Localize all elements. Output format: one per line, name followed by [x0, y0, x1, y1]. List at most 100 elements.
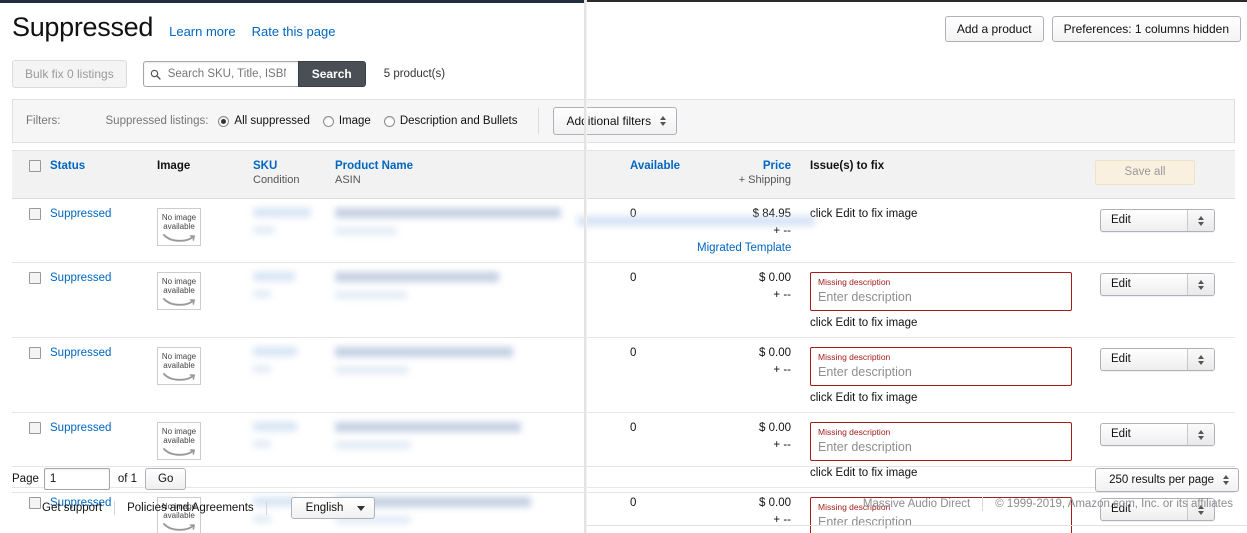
migrated-template-link[interactable]: Migrated Template: [697, 242, 791, 254]
amazon-smile-icon: [163, 522, 197, 533]
no-image-line1: No image: [162, 213, 196, 222]
status-link[interactable]: Suppressed: [50, 272, 111, 284]
edit-dropdown-toggle[interactable]: [1188, 349, 1214, 370]
row-product-name-cell: [335, 199, 585, 263]
column-sublabel: ASIN: [335, 174, 585, 186]
add-a-product-button[interactable]: Add a product: [945, 16, 1044, 42]
edit-split-button[interactable]: Edit: [1100, 209, 1215, 232]
price-shipping: + --: [697, 439, 791, 451]
row-status-cell: Suppressed: [50, 263, 157, 338]
radio-icon: [218, 116, 229, 127]
search-box[interactable]: [143, 61, 298, 87]
description-placeholder: Enter description: [818, 365, 1064, 379]
row-issue-cell: click Edit to fix image: [799, 199, 1079, 263]
row-checkbox[interactable]: [29, 347, 41, 359]
get-support-link[interactable]: Get support: [42, 502, 102, 514]
updown-caret-icon: [1198, 280, 1204, 290]
divider: [114, 501, 115, 515]
row-select-cell: [12, 338, 50, 413]
row-available-cell: 0: [585, 413, 697, 488]
column-header-status[interactable]: Status: [50, 151, 157, 199]
edit-split-button[interactable]: Edit: [1100, 348, 1215, 371]
column-header-available[interactable]: Available: [585, 151, 697, 199]
row-product-name-cell: [335, 263, 585, 338]
results-per-page-dropdown[interactable]: 250 results per page: [1095, 468, 1239, 492]
row-checkbox[interactable]: [29, 422, 41, 434]
row-checkbox[interactable]: [29, 497, 41, 509]
row-sku-cell: [253, 413, 335, 488]
no-image-line1: No image: [162, 427, 196, 436]
description-input-wrapper[interactable]: Missing description Enter description: [810, 347, 1072, 386]
column-label: SKU: [253, 160, 277, 172]
search-button[interactable]: Search: [298, 61, 366, 87]
edit-split-button[interactable]: Edit: [1100, 423, 1215, 446]
language-selector[interactable]: English: [291, 497, 376, 519]
edit-dropdown-toggle[interactable]: [1188, 210, 1214, 231]
save-all-button[interactable]: Save all: [1095, 160, 1195, 185]
search-input[interactable]: [166, 67, 288, 81]
edit-dropdown-toggle[interactable]: [1188, 274, 1214, 295]
edit-button-label: Edit: [1101, 274, 1187, 295]
row-action-cell: Edit: [1079, 263, 1235, 338]
no-image-line1: No image: [162, 352, 196, 361]
filters-bar: Filters: Suppressed listings: All suppre…: [12, 99, 1235, 143]
column-header-price[interactable]: Price + Shipping: [697, 151, 799, 199]
row-sku-cell: [253, 199, 335, 263]
column-sublabel: + Shipping: [697, 174, 791, 186]
updown-caret-icon: [1198, 216, 1204, 226]
amazon-smile-icon: [163, 447, 197, 458]
bulk-fix-button[interactable]: Bulk fix 0 listings: [12, 60, 127, 88]
row-price-cell: $ 0.00 + --: [697, 413, 799, 488]
footer-rule-top: [12, 466, 1235, 467]
row-image-cell: No image available: [157, 263, 253, 338]
missing-description-error: Missing description: [818, 277, 1064, 288]
row-checkbox[interactable]: [29, 272, 41, 284]
row-product-name-cell: [335, 338, 585, 413]
page-total-label: of 1: [118, 473, 137, 485]
description-placeholder: Enter description: [818, 515, 1064, 529]
column-label: Available: [630, 160, 680, 172]
additional-filters-button[interactable]: Additional filters: [553, 107, 677, 135]
no-image-line2: available: [163, 286, 195, 295]
updown-caret-icon: [1223, 475, 1229, 485]
filter-option-all-suppressed[interactable]: All suppressed: [218, 115, 309, 127]
page-number-input[interactable]: [44, 468, 110, 490]
table-header-row: Status Image SKU Condition Product Name …: [12, 151, 1235, 199]
description-input-wrapper[interactable]: Missing description Enter description: [810, 272, 1072, 311]
description-input-wrapper[interactable]: Missing description Enter description: [810, 422, 1072, 461]
no-image-placeholder-icon: No image available: [157, 272, 201, 310]
row-checkbox[interactable]: [29, 208, 41, 220]
edit-dropdown-toggle[interactable]: [1188, 424, 1214, 445]
preferences-button[interactable]: Preferences: 1 columns hidden: [1052, 16, 1241, 42]
rate-this-page-link[interactable]: Rate this page: [252, 24, 336, 39]
row-product-name-cell: [335, 413, 585, 488]
filter-option-image[interactable]: Image: [323, 115, 371, 127]
column-label: Image: [157, 160, 190, 172]
status-link[interactable]: Suppressed: [50, 208, 111, 220]
product-count: 5 product(s): [384, 68, 445, 80]
column-header-sku[interactable]: SKU Condition: [253, 151, 335, 199]
select-all-checkbox[interactable]: [29, 160, 41, 172]
policies-and-agreements-link[interactable]: Policies and Agreements: [127, 502, 254, 514]
description-placeholder: Enter description: [818, 440, 1064, 454]
pagination-controls: Page of 1 Go: [12, 468, 186, 490]
no-image-placeholder-icon: No image available: [157, 422, 201, 460]
no-image-placeholder-icon: No image available: [157, 208, 201, 246]
footer-links: Get support Policies and Agreements Engl…: [42, 497, 375, 519]
missing-description-error: Missing description: [818, 427, 1064, 438]
edit-split-button[interactable]: Edit: [1100, 273, 1215, 296]
go-button[interactable]: Go: [145, 468, 186, 490]
column-header-product-name[interactable]: Product Name ASIN: [335, 151, 585, 199]
status-link[interactable]: Suppressed: [50, 347, 111, 359]
issue-text: click Edit to fix image: [810, 392, 1079, 404]
column-sublabel: Condition: [253, 174, 335, 186]
page-title: Suppressed: [12, 14, 153, 41]
learn-more-link[interactable]: Learn more: [169, 24, 235, 39]
status-link[interactable]: Suppressed: [50, 422, 111, 434]
filter-option-description-and-bullets[interactable]: Description and Bullets: [384, 115, 518, 127]
row-available-cell: 0: [585, 338, 697, 413]
amazon-smile-icon: [163, 233, 197, 244]
updown-caret-icon: [1198, 355, 1204, 365]
search-group: Search: [143, 61, 366, 87]
row-sku-cell: [253, 263, 335, 338]
